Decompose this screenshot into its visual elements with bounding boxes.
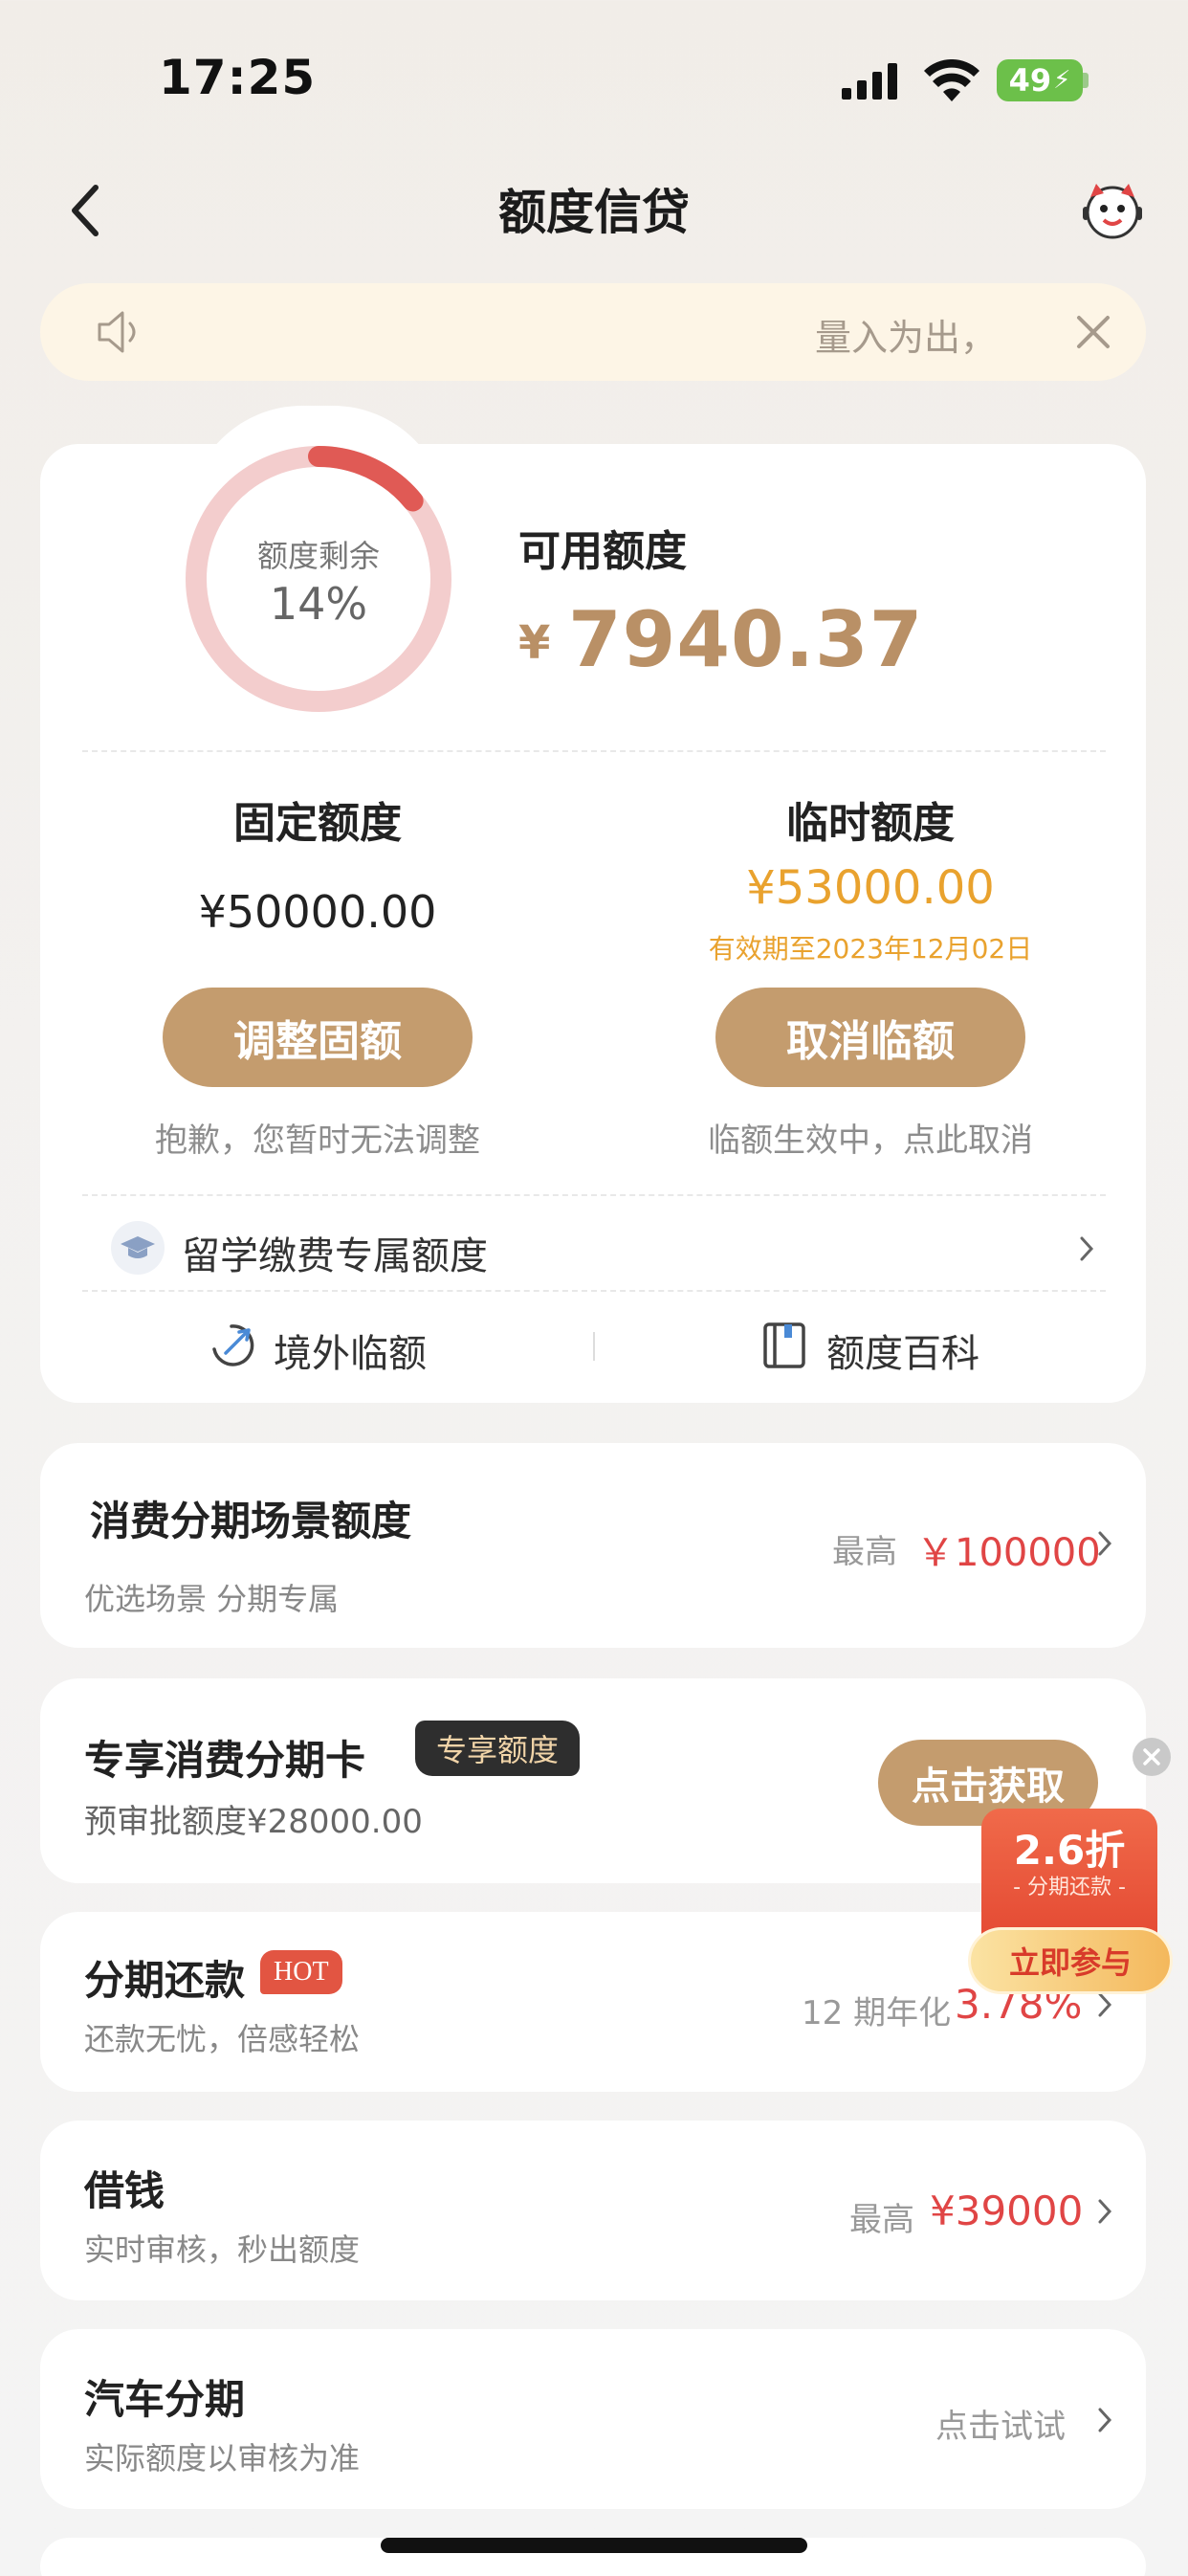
max-label: 最高 bbox=[849, 2201, 914, 2239]
repayment-title: 分期还款 bbox=[84, 1957, 246, 2004]
installment-scene-title: 消费分期场景额度 bbox=[90, 1498, 412, 1544]
remaining-percent: 14% bbox=[269, 578, 368, 630]
vertical-divider bbox=[593, 1332, 595, 1361]
divider bbox=[82, 1290, 1106, 1292]
promo-desc: - 分期还款 - bbox=[1013, 1876, 1126, 1899]
close-icon[interactable] bbox=[1073, 312, 1113, 352]
battery-indicator: 49 ⚡ bbox=[997, 59, 1083, 101]
temp-credit-expiry: 有效期至2023年12月02日 bbox=[708, 933, 1033, 965]
currency-symbol: ¥ bbox=[518, 616, 551, 670]
try-it-label: 点击试试 bbox=[935, 2408, 1066, 2446]
adjust-fixed-credit-button[interactable]: 调整固额 bbox=[163, 988, 473, 1087]
cellular-signal-icon bbox=[842, 63, 897, 100]
cancel-temp-credit-button[interactable]: 取消临额 bbox=[715, 988, 1025, 1087]
temp-credit-amount: ¥53000.00 bbox=[746, 861, 995, 915]
fixed-credit-amount: ¥50000.00 bbox=[198, 886, 437, 938]
battery-tip bbox=[1083, 73, 1089, 88]
remaining-label: 额度剩余 bbox=[256, 538, 380, 574]
exclusive-card-title: 专享消费分期卡 bbox=[84, 1737, 366, 1784]
book-icon bbox=[763, 1322, 805, 1368]
divider bbox=[82, 1194, 1106, 1196]
repayment-sub: 还款无忧，倍感轻松 bbox=[84, 2021, 361, 2057]
credit-wiki-link[interactable]: 额度百科 bbox=[826, 1322, 979, 1378]
annual-rate-label: 12 期年化 bbox=[802, 1994, 952, 2032]
car-installment-title: 汽车分期 bbox=[84, 2376, 246, 2423]
notice-text: 量入为出， bbox=[814, 317, 997, 359]
home-indicator bbox=[381, 2538, 807, 2553]
borrow-title: 借钱 bbox=[84, 2167, 165, 2214]
hot-badge: HOT bbox=[260, 1950, 342, 1994]
chevron-right-icon[interactable] bbox=[1077, 1234, 1096, 1263]
available-credit-amount: 7940.37 bbox=[568, 595, 924, 684]
battery-level: 49 bbox=[1008, 62, 1052, 99]
borrow-max-amount: ¥39000 bbox=[930, 2187, 1084, 2234]
installment-scene-sub: 优选场景 分期专属 bbox=[84, 1581, 340, 1617]
promo-close-button[interactable] bbox=[1133, 1738, 1171, 1776]
chevron-right-icon bbox=[1098, 1992, 1112, 2017]
speaker-icon bbox=[98, 311, 136, 353]
max-label: 最高 bbox=[832, 1533, 897, 1571]
overseas-temp-credit-link[interactable]: 境外临额 bbox=[274, 1322, 427, 1378]
exclusive-credit-badge: 专享额度 bbox=[415, 1721, 581, 1776]
wifi-icon bbox=[924, 59, 979, 101]
chevron-right-icon bbox=[1098, 1531, 1112, 1556]
graduation-cap-icon bbox=[111, 1221, 165, 1275]
temp-credit-hint[interactable]: 临额生效中，点此取消 bbox=[641, 1114, 1100, 1161]
page-title: 额度信贷 bbox=[498, 185, 690, 240]
borrow-sub: 实时审核，秒出额度 bbox=[84, 2232, 361, 2268]
chevron-right-icon bbox=[1098, 2199, 1112, 2224]
charging-icon: ⚡ bbox=[1053, 66, 1071, 95]
fixed-credit-title: 固定额度 bbox=[233, 799, 402, 848]
promo-join-button[interactable]: 立即参与 bbox=[968, 1927, 1173, 1994]
divider bbox=[82, 750, 1106, 752]
fixed-credit-hint: 抱歉，您暂时无法调整 bbox=[155, 1121, 480, 1160]
preapproved-amount: 预审批额度¥28000.00 bbox=[84, 1803, 423, 1841]
car-installment-sub: 实际额度以审核为准 bbox=[84, 2440, 361, 2476]
max-amount: ￥100000 bbox=[916, 1531, 1101, 1575]
customer-service-mascot-icon[interactable] bbox=[1079, 176, 1146, 243]
overseas-plane-icon bbox=[212, 1324, 254, 1366]
status-time: 17:25 bbox=[159, 50, 317, 105]
study-abroad-credit-link[interactable]: 留学缴费专属额度 bbox=[182, 1225, 488, 1280]
chevron-right-icon bbox=[1098, 2408, 1112, 2432]
temp-credit-title: 临时额度 bbox=[786, 799, 955, 848]
promo-discount: 2.6折 bbox=[1013, 1827, 1126, 1874]
available-credit-label: 可用额度 bbox=[518, 527, 687, 576]
